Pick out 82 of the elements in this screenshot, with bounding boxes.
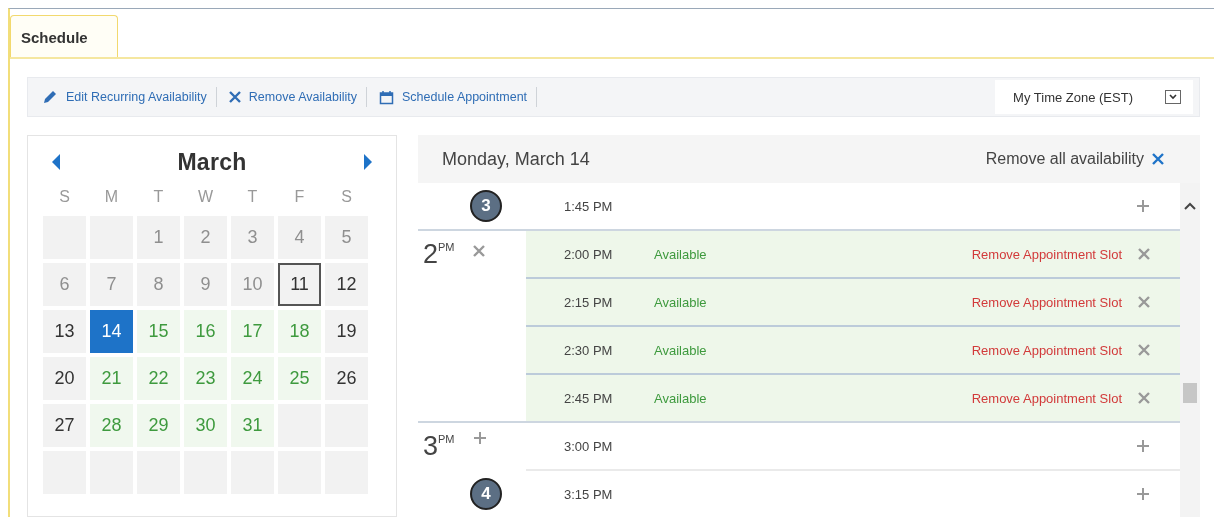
caret-icon <box>1165 90 1181 104</box>
calendar-day[interactable]: 14 <box>90 310 133 353</box>
slot-status: Available <box>654 390 707 406</box>
plus-icon[interactable] <box>473 431 487 445</box>
step-badge: 3 <box>470 190 502 222</box>
calendar-day[interactable]: 26 <box>325 357 368 400</box>
calendar-day[interactable]: 9 <box>184 263 227 306</box>
slot-time: 2:15 PM <box>564 294 614 310</box>
close-icon[interactable] <box>228 91 241 103</box>
remove-slot-link[interactable]: Remove Appointment Slot <box>971 390 1122 406</box>
calendar-day[interactable]: 15 <box>137 310 180 353</box>
calendar-icon <box>378 89 394 105</box>
scroll-thumb[interactable] <box>1183 383 1197 403</box>
calendar-day[interactable]: 13 <box>43 310 86 353</box>
calendar-day[interactable]: 12 <box>325 263 368 306</box>
close-icon[interactable] <box>473 245 485 257</box>
calendar-day[interactable]: 7 <box>90 263 133 306</box>
calendar-day[interactable]: 3 <box>231 216 274 259</box>
plus-icon[interactable] <box>1136 487 1150 501</box>
slot-time: 2:30 PM <box>564 342 614 358</box>
calendar-day[interactable]: 27 <box>43 404 86 447</box>
calendar-day[interactable]: 11 <box>278 263 321 306</box>
month-title: March <box>177 148 247 176</box>
slot-status: Available <box>654 294 707 310</box>
calendar-day[interactable]: 16 <box>184 310 227 353</box>
calendar-day[interactable]: 31 <box>231 404 274 447</box>
calendar-day[interactable]: 18 <box>278 310 321 353</box>
remove-all-link[interactable]: Remove all availability <box>985 150 1164 168</box>
timezone-select[interactable]: My Time Zone (EST) <box>995 80 1193 114</box>
calendar-day[interactable]: 28 <box>90 404 133 447</box>
weekday-label: W <box>196 187 215 207</box>
next-month-icon[interactable] <box>363 154 373 170</box>
calendar-day[interactable]: 19 <box>325 310 368 353</box>
weekday-label: M <box>103 187 120 207</box>
slot-time: 3:00 PM <box>564 438 614 454</box>
calendar-day[interactable]: 4 <box>278 216 321 259</box>
remove-slot-link[interactable]: Remove Appointment Slot <box>971 294 1122 310</box>
calendar-day[interactable]: 30 <box>184 404 227 447</box>
slot-time: 2:00 PM <box>564 246 614 262</box>
remove-slot-link[interactable]: Remove Appointment Slot <box>971 246 1122 262</box>
calendar-day[interactable]: 10 <box>231 263 274 306</box>
calendar-day[interactable]: 5 <box>325 216 368 259</box>
day-title: Monday, March 14 <box>442 148 590 170</box>
calendar-day[interactable]: 23 <box>184 357 227 400</box>
calendar-day[interactable]: 8 <box>137 263 180 306</box>
slot-time: 3:15 PM <box>564 486 614 502</box>
calendar-day[interactable]: 17 <box>231 310 274 353</box>
slot-time: 2:45 PM <box>564 390 614 406</box>
pencil-icon <box>42 89 58 105</box>
calendar-day[interactable]: 24 <box>231 357 274 400</box>
close-icon[interactable] <box>1152 153 1164 165</box>
slot-time: 1:45 PM <box>564 198 614 214</box>
calendar-day[interactable]: 21 <box>90 357 133 400</box>
toolbar-link[interactable]: Remove Availability <box>228 87 367 107</box>
calendar-day[interactable]: 6 <box>43 263 86 306</box>
weekday-label: T <box>246 187 259 207</box>
remove-slot-link[interactable]: Remove Appointment Slot <box>971 342 1122 358</box>
previous-month-icon[interactable] <box>51 154 61 170</box>
weekday-label: S <box>58 187 71 207</box>
calendar-day[interactable]: 2 <box>184 216 227 259</box>
weekday-label: F <box>293 187 306 207</box>
close-icon[interactable] <box>1138 296 1150 308</box>
calendar-day[interactable]: 1 <box>137 216 180 259</box>
weekday-label: S <box>340 187 353 207</box>
close-icon[interactable] <box>1138 248 1150 260</box>
slot-status: Available <box>654 342 707 358</box>
plus-icon[interactable] <box>1136 439 1150 453</box>
toolbar-link[interactable]: Edit Recurring Availability <box>42 87 217 107</box>
calendar-day[interactable]: 20 <box>43 357 86 400</box>
weekday-label: T <box>152 187 165 207</box>
slot-status: Available <box>654 246 707 262</box>
calendar-day[interactable]: 22 <box>137 357 180 400</box>
tab[interactable]: Schedule <box>10 15 118 57</box>
scroll-up-icon[interactable] <box>1183 201 1197 211</box>
plus-icon[interactable] <box>1136 199 1150 213</box>
close-icon[interactable] <box>1138 392 1150 404</box>
calendar-day[interactable]: 29 <box>137 404 180 447</box>
close-icon[interactable] <box>1138 344 1150 356</box>
step-badge: 4 <box>470 478 502 510</box>
calendar-day[interactable]: 25 <box>278 357 321 400</box>
toolbar-link[interactable]: Schedule Appointment <box>378 87 538 107</box>
scrollbar[interactable] <box>1180 183 1200 517</box>
